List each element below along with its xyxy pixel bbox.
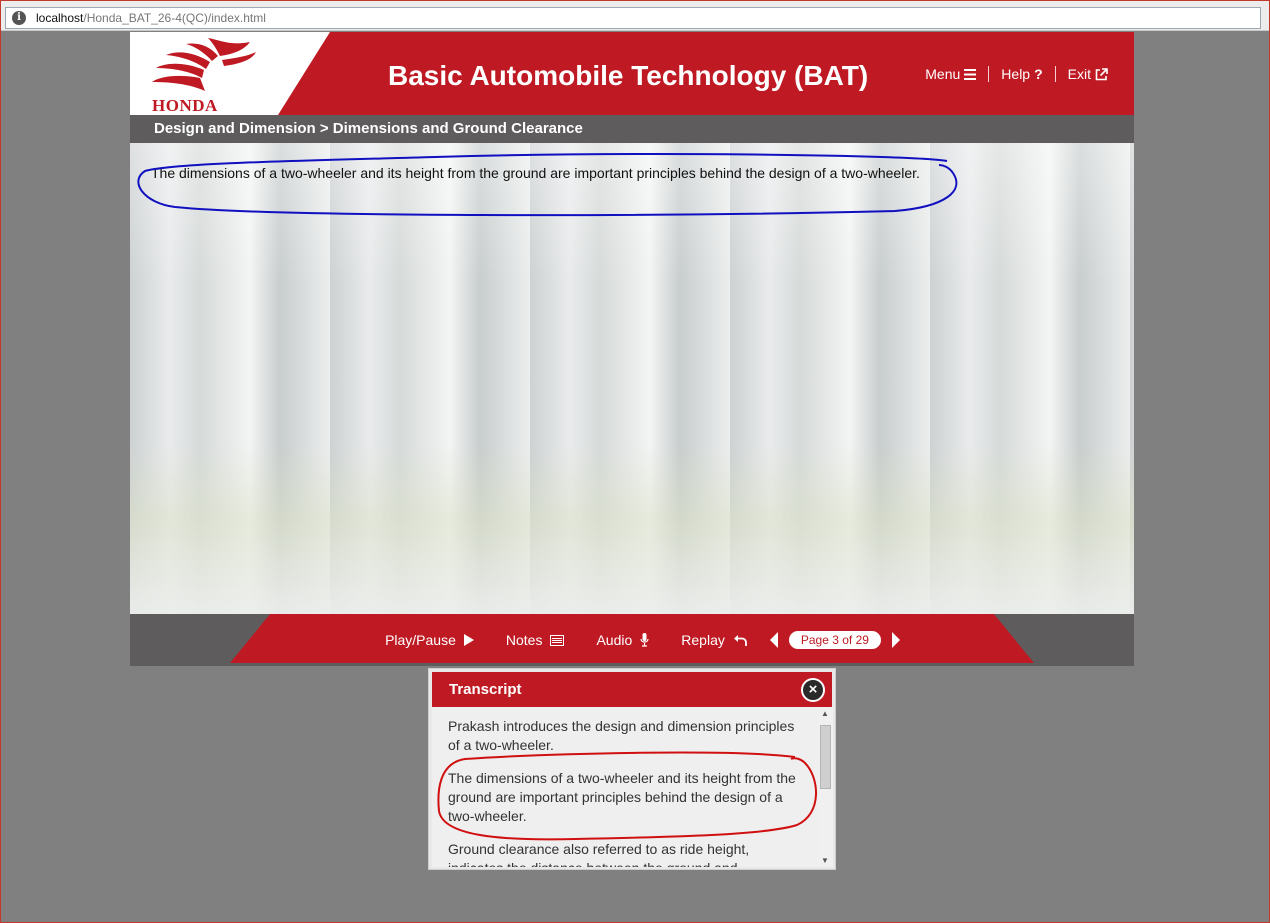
url-path: /Honda_BAT_26-4(QC)/index.html	[83, 11, 266, 25]
transcript-title: Transcript	[449, 681, 522, 698]
nav-separator	[1054, 66, 1056, 82]
scroll-up-icon[interactable]: ▲	[821, 709, 829, 718]
microphone-icon	[640, 633, 649, 647]
transcript-paragraph: Ground clearance also referred to as rid…	[448, 841, 750, 867]
transcript-panel: Transcript × Prakash introduces the desi…	[428, 668, 836, 870]
play-pause-button[interactable]: Play/Pause	[385, 632, 474, 648]
audio-button[interactable]: Audio	[596, 632, 649, 648]
notes-button[interactable]: Notes	[506, 632, 565, 648]
question-icon: ?	[1034, 66, 1043, 82]
nav-separator	[988, 66, 990, 82]
breadcrumb: Design and Dimension > Dimensions and Gr…	[130, 115, 1134, 143]
brand-wordmark: HONDA	[152, 96, 218, 115]
info-icon[interactable]: i	[12, 11, 26, 25]
course-player: HONDA Basic Automobile Technology (BAT) …	[130, 32, 1134, 666]
control-items: Play/Pause Notes Audio Replay Page 3 of …	[130, 614, 1134, 666]
page-title: Basic Automobile Technology (BAT)	[388, 60, 869, 91]
notes-label: Notes	[505, 632, 543, 648]
browser-toolbar: i localhost/Honda_BAT_26-4(QC)/index.htm…	[1, 1, 1269, 31]
scroll-thumb[interactable]	[820, 725, 831, 789]
replay-icon	[733, 635, 747, 646]
replay-label: Replay	[681, 632, 725, 648]
page-indicator: Page 3 of 29	[788, 631, 881, 649]
url-host: localhost	[36, 11, 84, 25]
close-icon[interactable]: ×	[801, 678, 825, 702]
transcript-paragraph: Prakash introduces the design and dimens…	[448, 718, 795, 753]
menu-label: Menu	[925, 66, 961, 82]
help-button[interactable]: Help ?	[989, 66, 1054, 82]
replay-button[interactable]: Replay	[681, 632, 747, 648]
next-page-icon[interactable]	[891, 632, 901, 648]
blue-annotation-ellipse	[137, 153, 958, 217]
menu-button[interactable]: Menu	[913, 66, 988, 82]
red-annotation-ellipse	[437, 751, 817, 841]
top-nav: Menu Help ? Exit	[913, 66, 1120, 82]
hamburger-icon	[964, 68, 977, 80]
content-stage: The dimensions of a two-wheeler and its …	[130, 143, 1134, 614]
notes-icon	[550, 634, 565, 646]
exit-label: Exit	[1067, 66, 1091, 82]
transcript-header: Transcript ×	[432, 672, 832, 707]
exit-button[interactable]: Exit	[1056, 66, 1120, 82]
external-link-icon	[1095, 67, 1108, 80]
transcript-scrollbar[interactable]: ▲ ▼	[818, 707, 833, 867]
prev-page-icon[interactable]	[769, 632, 779, 648]
play-icon	[463, 634, 474, 646]
audio-label: Audio	[596, 632, 633, 648]
header: HONDA Basic Automobile Technology (BAT) …	[130, 32, 1134, 115]
address-bar[interactable]: i localhost/Honda_BAT_26-4(QC)/index.htm…	[5, 7, 1261, 29]
help-label: Help	[1001, 66, 1031, 82]
play-pause-label: Play/Pause	[385, 632, 456, 648]
control-bar: Play/Pause Notes Audio Replay Page 3 of …	[130, 614, 1134, 666]
scroll-down-icon[interactable]: ▼	[821, 856, 829, 865]
